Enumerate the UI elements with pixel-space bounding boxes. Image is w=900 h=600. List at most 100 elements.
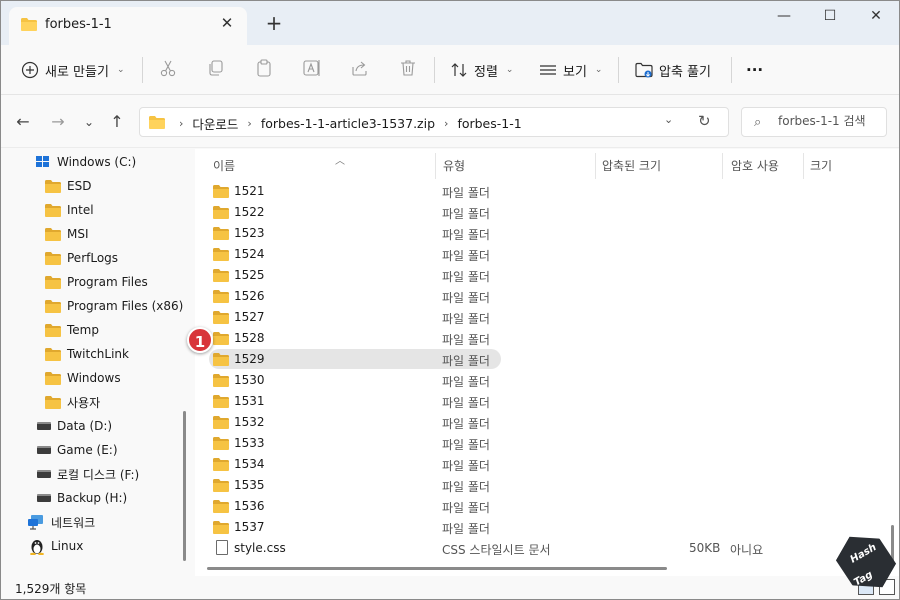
sidebar-item[interactable]: Windows	[45, 367, 121, 389]
row-name: 1536	[234, 499, 265, 513]
folder-row[interactable]: 1521 파일 폴더	[203, 181, 893, 202]
column-divider[interactable]	[803, 153, 804, 179]
folder-icon	[213, 332, 229, 345]
folder-row[interactable]: 1533 파일 폴더	[203, 433, 893, 454]
sidebar-item[interactable]: Backup (H:)	[37, 487, 127, 509]
sidebar-item[interactable]: Intel	[45, 199, 94, 221]
address-bar[interactable]: › 다운로드 › forbes-1-1-article3-1537.zip › …	[139, 107, 729, 137]
close-window-button[interactable]: ✕	[853, 1, 899, 33]
tab-close-icon[interactable]: ✕	[219, 15, 235, 31]
horizontal-scrollbar[interactable]	[207, 567, 667, 570]
column-header-compressed-size[interactable]: 압축된 크기	[602, 153, 720, 179]
sidebar-item[interactable]: Program Files (x86)	[45, 295, 183, 317]
column-divider[interactable]	[435, 153, 436, 179]
tab-title: forbes-1-1	[45, 17, 112, 32]
sidebar-item-label: Data (D:)	[57, 419, 113, 433]
breadcrumb-zip[interactable]: forbes-1-1-article3-1537.zip	[261, 116, 435, 131]
minimize-button[interactable]: —	[761, 1, 807, 33]
copy-icon[interactable]	[206, 58, 226, 78]
extract-all-button[interactable]: 압축 풀기	[635, 54, 711, 86]
more-options-button[interactable]: ···	[746, 54, 763, 86]
row-name: style.css	[234, 541, 286, 555]
share-icon[interactable]	[350, 58, 370, 78]
folder-row[interactable]: 1531 파일 폴더	[203, 391, 893, 412]
breadcrumb-separator-icon[interactable]: ›	[247, 117, 251, 130]
view-button[interactable]: 보기 ⌄	[539, 54, 602, 86]
sort-button[interactable]: 정렬 ⌄	[450, 54, 513, 86]
folder-row[interactable]: 1529 파일 폴더	[203, 349, 893, 370]
sidebar-item[interactable]: Program Files	[45, 271, 148, 293]
row-name: 1537	[234, 520, 265, 534]
forward-arrow-icon[interactable]: →	[46, 111, 70, 133]
sidebar-item-label: ESD	[67, 179, 92, 193]
new-button[interactable]: 새로 만들기 ⌄	[21, 54, 124, 86]
sidebar-item-label: Intel	[67, 203, 94, 217]
sidebar-item[interactable]: 네트워크	[27, 511, 95, 533]
folder-row[interactable]: 1535 파일 폴더	[203, 475, 893, 496]
column-header-name[interactable]: ︿ 이름	[213, 153, 433, 179]
folder-row[interactable]: 1524 파일 폴더	[203, 244, 893, 265]
row-type: 파일 폴더	[442, 480, 490, 494]
delete-icon[interactable]	[398, 58, 418, 78]
sidebar-scrollbar[interactable]	[183, 411, 186, 561]
row-compressed-size: 50KB	[689, 541, 721, 555]
breadcrumb-separator-icon[interactable]: ›	[179, 117, 183, 130]
sidebar-item[interactable]: Temp	[45, 319, 99, 341]
sidebar-item[interactable]: Linux	[29, 535, 83, 557]
folder-row[interactable]: 1530 파일 폴더	[203, 370, 893, 391]
tab-forbes[interactable]: forbes-1-1 ✕	[9, 7, 247, 45]
cut-icon[interactable]	[158, 58, 178, 78]
folder-icon	[213, 269, 229, 282]
sidebar-item[interactable]: PerfLogs	[45, 247, 118, 269]
folder-icon	[21, 18, 37, 31]
folder-row[interactable]: 1534 파일 폴더	[203, 454, 893, 475]
folder-row[interactable]: 1523 파일 폴더	[203, 223, 893, 244]
sidebar-item[interactable]: Windows (C:)	[35, 151, 136, 173]
paste-icon[interactable]	[254, 58, 274, 78]
folder-row[interactable]: 1537 파일 폴더	[203, 517, 893, 538]
sidebar-item-label: TwitchLink	[67, 347, 129, 361]
folder-row[interactable]: 1532 파일 폴더	[203, 412, 893, 433]
folder-row[interactable]: 1527 파일 폴더	[203, 307, 893, 328]
sort-icon	[451, 63, 467, 77]
up-arrow-icon[interactable]: ↑	[105, 111, 129, 133]
folder-icon	[213, 248, 229, 261]
column-divider[interactable]	[595, 153, 596, 179]
sidebar-item[interactable]: Game (E:)	[37, 439, 118, 461]
folder-row[interactable]: 1526 파일 폴더	[203, 286, 893, 307]
folder-row[interactable]: 1525 파일 폴더	[203, 265, 893, 286]
row-name: 1528	[234, 331, 265, 345]
refresh-icon[interactable]: ↻	[698, 112, 711, 130]
folder-icon	[45, 179, 61, 193]
sidebar-item-label: 네트워크	[51, 515, 96, 530]
column-header-size[interactable]: 크기	[810, 153, 880, 179]
back-arrow-icon[interactable]: ←	[11, 111, 35, 133]
rename-icon[interactable]	[302, 58, 322, 78]
new-tab-button[interactable]: +	[263, 13, 285, 35]
breadcrumb-separator-icon[interactable]: ›	[444, 117, 448, 130]
file-row[interactable]: style.css CSS 스타일시트 문서 50KB 아니요	[203, 538, 893, 559]
search-input[interactable]	[778, 114, 884, 128]
sidebar-item[interactable]: 로컬 디스크 (F:)	[37, 463, 139, 485]
recent-locations-chevron-icon[interactable]: ⌄	[77, 111, 101, 133]
column-divider[interactable]	[722, 153, 723, 179]
chevron-down-icon: ⌄	[116, 65, 125, 75]
sidebar-item[interactable]: Data (D:)	[37, 415, 112, 437]
breadcrumb-downloads[interactable]: 다운로드	[192, 114, 238, 133]
search-box[interactable]: ⌕	[741, 107, 887, 137]
folder-icon	[45, 251, 61, 265]
toolbar-divider	[618, 57, 619, 83]
folder-row[interactable]: 1522 파일 폴더	[203, 202, 893, 223]
extract-all-label: 압축 풀기	[659, 64, 711, 80]
sidebar-item[interactable]: ESD	[45, 175, 91, 197]
address-dropdown-chevron-icon[interactable]: ⌄	[664, 113, 673, 126]
breadcrumb-current[interactable]: forbes-1-1	[457, 116, 521, 131]
sidebar-item[interactable]: 사용자	[45, 391, 100, 413]
folder-row[interactable]: 1528 파일 폴더	[203, 328, 893, 349]
maximize-button[interactable]: ☐	[807, 1, 853, 33]
folder-row[interactable]: 1536 파일 폴더	[203, 496, 893, 517]
column-header-type[interactable]: 유형	[443, 153, 593, 179]
sidebar-item[interactable]: TwitchLink	[45, 343, 129, 365]
column-header-password[interactable]: 암호 사용	[731, 153, 801, 179]
sidebar-item[interactable]: MSI	[45, 223, 89, 245]
